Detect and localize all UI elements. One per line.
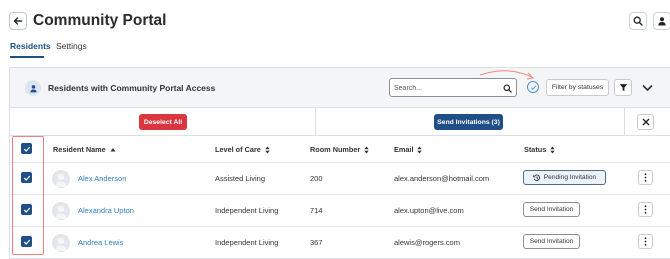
- search-icon[interactable]: [501, 82, 513, 94]
- tab-residents[interactable]: Residents: [10, 41, 51, 51]
- row-divider: [9, 226, 670, 227]
- user-menu-button[interactable]: [653, 12, 670, 30]
- history-icon: [532, 174, 540, 181]
- row-menu-button[interactable]: [638, 202, 653, 217]
- status-pending-invitation[interactable]: Pending Invitation: [523, 170, 606, 185]
- chevron-down-icon: [641, 84, 653, 91]
- resident-name-link[interactable]: Andrea Lewis: [78, 238, 123, 247]
- filter-button[interactable]: [614, 79, 632, 96]
- divider: [315, 108, 316, 136]
- row-divider: [9, 194, 670, 195]
- room-number: 714: [310, 206, 323, 215]
- column-label: Resident Name: [53, 145, 106, 154]
- search-input[interactable]: [394, 82, 494, 94]
- avatar: [52, 170, 70, 188]
- level-of-care: Assisted Living: [215, 174, 266, 183]
- deselect-all-button[interactable]: Deselect All: [139, 114, 187, 130]
- divider: [624, 108, 625, 136]
- check-circle-icon[interactable]: [527, 81, 539, 93]
- sort-icon: [364, 146, 369, 154]
- funnel-icon: [619, 84, 627, 92]
- close-button[interactable]: [637, 114, 654, 130]
- column-label: Room Number: [310, 145, 361, 154]
- email: alex.upton@live.com: [394, 206, 464, 215]
- checkbox-highlight-annotation: [12, 136, 44, 255]
- column-header-room[interactable]: Room Number: [310, 145, 369, 154]
- row-menu-button[interactable]: [638, 234, 653, 249]
- send-invitation-button[interactable]: Send Invitation: [523, 202, 580, 217]
- sort-up-icon: [110, 147, 116, 152]
- status-label: Pending Invitation: [543, 174, 597, 181]
- column-label: Status: [524, 145, 547, 154]
- more-vertical-icon: [644, 237, 647, 246]
- arrow-left-icon: [13, 17, 23, 25]
- column-header-email[interactable]: Email: [394, 145, 423, 154]
- column-label: Email: [394, 145, 414, 154]
- email: alewis@rogers.com: [394, 238, 460, 247]
- room-number: 200: [310, 174, 323, 183]
- column-header-name[interactable]: Resident Name: [53, 145, 116, 154]
- back-button[interactable]: [9, 12, 27, 30]
- search-field[interactable]: [389, 78, 517, 97]
- collapse-button[interactable]: [638, 79, 656, 96]
- resident-name-link[interactable]: Alex Anderson: [78, 174, 126, 183]
- level-of-care: Independent Living: [215, 238, 279, 247]
- header-search-button[interactable]: [629, 12, 647, 30]
- search-icon: [633, 16, 643, 26]
- column-header-care[interactable]: Level of Care: [215, 145, 270, 154]
- user-icon: [658, 17, 666, 26]
- sort-icon: [265, 146, 270, 154]
- email: alex.anderson@hotmail.com: [394, 174, 490, 183]
- tab-settings[interactable]: Settings: [56, 41, 87, 51]
- avatar: [52, 234, 70, 252]
- person-icon: [25, 80, 41, 96]
- avatar: [52, 202, 70, 220]
- sort-icon: [417, 146, 423, 154]
- tab-bar: Residents Settings: [0, 40, 670, 60]
- more-vertical-icon: [644, 173, 647, 182]
- column-header-status[interactable]: Status: [524, 145, 556, 154]
- row-menu-button[interactable]: [638, 170, 653, 185]
- panel-header: Residents with Community Portal Access F…: [10, 68, 670, 108]
- sort-icon: [550, 146, 556, 154]
- send-invitation-button[interactable]: Send Invitation: [523, 234, 580, 249]
- room-number: 367: [310, 238, 323, 247]
- close-icon: [642, 118, 649, 126]
- residents-panel: Residents with Community Portal Access F…: [9, 67, 670, 259]
- app-header: Community Portal: [0, 0, 670, 40]
- resident-name-link[interactable]: Alexandra Upton: [78, 206, 134, 215]
- level-of-care: Independent Living: [215, 206, 279, 215]
- send-invitations-button[interactable]: Send Invitations (3): [434, 114, 503, 130]
- panel-title: Residents with Community Portal Access: [48, 83, 216, 93]
- more-vertical-icon: [644, 205, 647, 214]
- filter-by-statuses-button[interactable]: Filter by statuses: [546, 79, 609, 96]
- column-label: Level of Care: [215, 145, 261, 154]
- page-title: Community Portal: [33, 12, 167, 29]
- bulk-action-bar: Deselect All Send Invitations (3): [10, 108, 670, 136]
- active-tab-indicator: [10, 56, 44, 58]
- row-divider: [9, 162, 670, 163]
